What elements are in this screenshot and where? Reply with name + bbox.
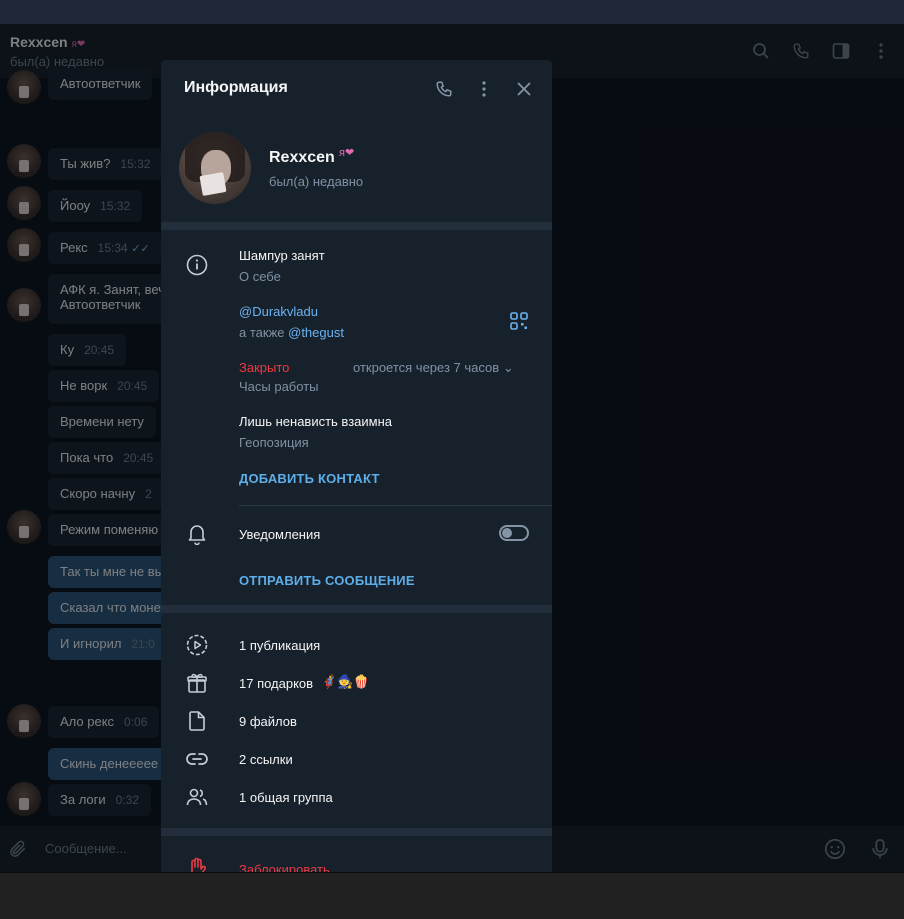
- location-label: Геопозиция: [239, 435, 309, 450]
- hours-opens-dropdown[interactable]: откроется через 7 часов ⌄: [353, 360, 514, 376]
- gift-emojis: 🦸🧙🍿: [321, 674, 370, 689]
- divider: [239, 505, 552, 506]
- group-icon: [185, 785, 209, 809]
- call-icon[interactable]: [432, 77, 456, 101]
- gift-icon: [185, 671, 209, 695]
- title-bar: [0, 0, 904, 24]
- media-item-publications[interactable]: 1 публикация: [239, 638, 320, 653]
- block-button[interactable]: Заблокировать: [239, 862, 330, 872]
- bell-icon: [185, 522, 209, 546]
- profile-avatar[interactable]: [179, 132, 251, 204]
- send-message-button[interactable]: ОТПРАВИТЬ СООБЩЕНИЕ: [239, 573, 415, 588]
- location-value[interactable]: Лишь ненависть взаимна: [239, 414, 392, 429]
- more-icon[interactable]: [472, 77, 496, 101]
- add-contact-button[interactable]: ДОБАВИТЬ КОНТАКТ: [239, 471, 380, 486]
- taskbar: [0, 872, 904, 919]
- user-info-panel: Информация Rexxcen я❤ был(а) недавно Шам…: [161, 60, 552, 872]
- media-item-links[interactable]: 2 ссылки: [239, 752, 293, 767]
- profile-badge: я❤: [339, 147, 355, 159]
- notifications-label: Уведомления: [239, 527, 321, 542]
- telegram-window: Rexxcen я❤ был(а) недавно Автоответчик Т…: [0, 0, 904, 919]
- username-link[interactable]: @Durakvladu: [239, 304, 318, 319]
- stories-icon: [185, 633, 209, 657]
- media-item-files[interactable]: 9 файлов: [239, 714, 297, 729]
- additional-username-link[interactable]: @thegust: [288, 325, 344, 340]
- profile-status: был(а) недавно: [269, 174, 364, 189]
- bio-value[interactable]: Шампур занят: [239, 248, 325, 263]
- additional-usernames: а также @thegust: [239, 325, 344, 340]
- qr-code-icon[interactable]: [510, 312, 530, 332]
- notifications-toggle[interactable]: [499, 525, 529, 541]
- block-hand-icon: [185, 856, 209, 872]
- close-icon[interactable]: [512, 77, 536, 101]
- profile-name: Rexxcen: [269, 149, 335, 166]
- bio-label: О себе: [239, 269, 281, 284]
- hours-label: Часы работы: [239, 379, 319, 394]
- info-icon: [185, 253, 209, 277]
- hours-status[interactable]: Закрыто: [239, 360, 289, 375]
- section-separator: [161, 605, 552, 613]
- media-item-common-groups[interactable]: 1 общая группа: [239, 790, 333, 805]
- chevron-down-icon: ⌄: [502, 360, 514, 375]
- panel-title: Информация: [184, 79, 288, 96]
- section-separator: [161, 222, 552, 230]
- link-icon: [185, 747, 209, 771]
- file-icon: [185, 709, 209, 733]
- media-item-gifts[interactable]: 17 подарков: [239, 676, 313, 691]
- section-separator: [161, 828, 552, 836]
